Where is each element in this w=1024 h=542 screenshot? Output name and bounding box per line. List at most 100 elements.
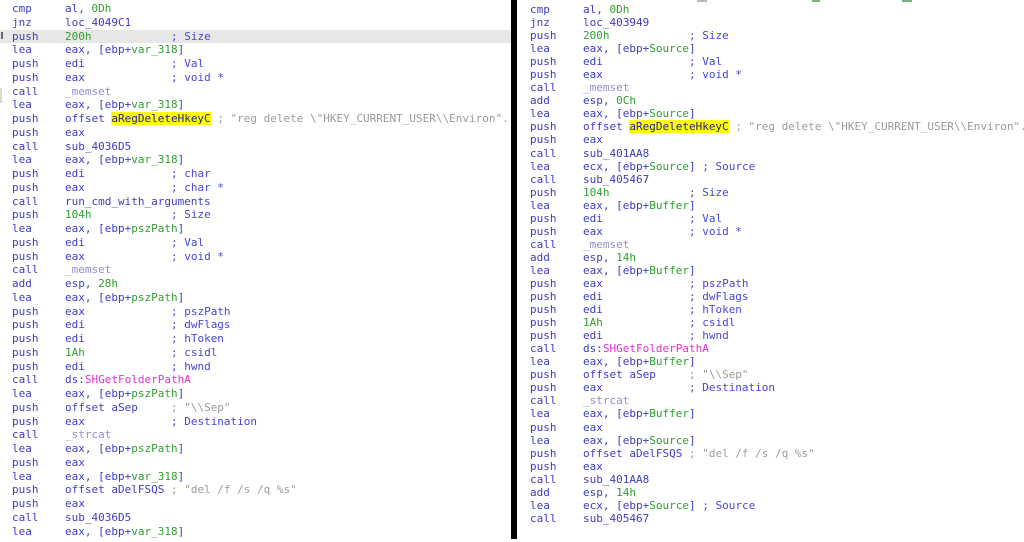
asm-line[interactable]: lea ecx, [ebp+Source] ; Source [517, 160, 1024, 173]
asm-line[interactable]: call sub_4036D5 [0, 140, 511, 154]
asm-line[interactable]: push 104h ; Size [517, 186, 1024, 199]
asm-line[interactable]: push offset aDelFSQS ; "del /f /s /q %s" [517, 447, 1024, 460]
asm-line[interactable]: call _strcat [517, 394, 1024, 407]
asm-token: push eax [530, 277, 689, 290]
asm-line[interactable]: push eax ; pszPath [517, 277, 1024, 290]
asm-line[interactable]: call _strcat [0, 428, 511, 442]
asm-line[interactable]: lea eax, [ebp+var_318] [0, 98, 511, 112]
asm-line[interactable]: call sub_405467 [517, 173, 1024, 186]
asm-token: ; dwFlags [689, 290, 749, 303]
asm-line[interactable]: lea eax, [ebp+var_318] [0, 153, 511, 167]
asm-line[interactable]: push 200h ; Size [517, 29, 1024, 42]
asm-line[interactable]: jnz loc_403949 [517, 16, 1024, 29]
asm-line[interactable]: call _memset [0, 85, 511, 99]
asm-token: _memset [65, 85, 111, 98]
asm-token: pszPath [131, 291, 177, 304]
asm-token: lea eax, [ebp+ [12, 291, 131, 304]
partial-top-line-mark [697, 0, 707, 2]
asm-line[interactable]: push edi ; hToken [517, 303, 1024, 316]
asm-line[interactable]: add esp, 14h [517, 251, 1024, 264]
asm-line[interactable]: lea eax, [ebp+var_318] [0, 43, 511, 57]
asm-line[interactable]: push edi ; dwFlags [517, 290, 1024, 303]
asm-line[interactable]: lea eax, [ebp+Source] [517, 434, 1024, 447]
asm-line[interactable]: push eax [517, 133, 1024, 146]
asm-line[interactable]: jnz loc_4049C1 [0, 16, 511, 30]
asm-token [91, 208, 170, 221]
asm-line[interactable]: lea eax, [ebp+var_318] [0, 525, 511, 539]
asm-line[interactable]: push edi ; Val [517, 55, 1024, 68]
asm-line[interactable]: call sub_405467 [517, 512, 1024, 525]
asm-line[interactable]: lea eax, [ebp+Buffer] [517, 199, 1024, 212]
disassembly-pane-left[interactable]: cmp al, 0Dhjnz loc_4049C1push 200h ; Siz… [0, 0, 511, 541]
asm-line[interactable]: push eax ; pszPath [0, 305, 511, 319]
asm-line[interactable]: push edi ; hwnd [0, 360, 511, 374]
asm-line[interactable]: push 104h ; Size [0, 208, 511, 222]
asm-line[interactable]: lea ecx, [ebp+Source] ; Source [517, 499, 1024, 512]
asm-line[interactable]: lea eax, [ebp+pszPath] [0, 442, 511, 456]
asm-line[interactable]: lea eax, [ebp+Buffer] [517, 355, 1024, 368]
asm-line[interactable]: add esp, 14h [517, 486, 1024, 499]
asm-token: push [12, 208, 65, 221]
asm-line[interactable]: push edi ; dwFlags [0, 318, 511, 332]
asm-line[interactable]: push eax ; Destination [0, 415, 511, 429]
asm-line[interactable]: lea eax, [ebp+Buffer] [517, 407, 1024, 420]
asm-line[interactable]: push eax [0, 497, 511, 511]
asm-line[interactable]: lea eax, [ebp+pszPath] [0, 387, 511, 401]
asm-line[interactable]: lea eax, [ebp+pszPath] [0, 291, 511, 305]
asm-token: ; void * [171, 250, 224, 263]
asm-line[interactable]: call sub_401AA8 [517, 147, 1024, 160]
asm-line[interactable]: push offset aDelFSQS ; "del /f /s /q %s" [0, 483, 511, 497]
asm-line[interactable]: push eax ; char * [0, 181, 511, 195]
asm-token: push [12, 30, 65, 43]
asm-token: ; "\\Sep" [171, 401, 231, 414]
asm-line[interactable]: call sub_401AA8 [517, 473, 1024, 486]
asm-token [609, 29, 688, 42]
asm-line[interactable]: push eax [517, 460, 1024, 473]
asm-line[interactable]: lea eax, [ebp+Source] [517, 107, 1024, 120]
asm-line[interactable]: add esp, 28h [0, 277, 511, 291]
disassembly-pane-right[interactable]: cmp al, 0Dhjnz loc_403949push 200h ; Siz… [517, 0, 1024, 542]
asm-line[interactable]: lea eax, [ebp+pszPath] [0, 222, 511, 236]
asm-token: 0Ch [616, 94, 636, 107]
asm-line[interactable]: push eax ; void * [0, 71, 511, 85]
asm-line[interactable]: call _memset [0, 263, 511, 277]
asm-line[interactable]: push 1Ah ; csidl [517, 316, 1024, 329]
asm-token: push eax [12, 305, 171, 318]
asm-line[interactable]: call _memset [517, 238, 1024, 251]
asm-line[interactable]: call run_cmd_with_arguments [0, 195, 511, 209]
asm-line[interactable]: push 1Ah ; csidl [0, 346, 511, 360]
asm-line[interactable]: push eax ; void * [0, 250, 511, 264]
asm-line[interactable]: push eax ; Destination [517, 381, 1024, 394]
asm-line[interactable]: push edi ; Val [517, 212, 1024, 225]
asm-line[interactable]: push eax [517, 421, 1024, 434]
asm-line[interactable]: push 200h ; Size [0, 30, 511, 44]
asm-token: push eax [12, 415, 171, 428]
asm-line[interactable]: push offset aSep ; "\\Sep" [0, 401, 511, 415]
asm-line[interactable]: cmp al, 0Dh [0, 2, 511, 16]
asm-line[interactable]: push eax [0, 456, 511, 470]
asm-line[interactable]: push eax [0, 126, 511, 140]
asm-line[interactable]: lea eax, [ebp+var_318] [0, 470, 511, 484]
asm-line[interactable]: lea eax, [ebp+Buffer] [517, 264, 1024, 277]
asm-line[interactable]: push offset aSep ; "\\Sep" [517, 368, 1024, 381]
asm-line[interactable]: call sub_4036D5 [0, 511, 511, 525]
asm-line[interactable]: lea eax, [ebp+Source] [517, 42, 1024, 55]
asm-line[interactable]: push eax ; void * [517, 225, 1024, 238]
asm-line[interactable]: push edi ; char [0, 167, 511, 181]
asm-line[interactable]: call ds:SHGetFolderPathA [517, 342, 1024, 355]
asm-token: call [12, 263, 65, 276]
asm-line[interactable]: push eax ; void * [517, 68, 1024, 81]
asm-line[interactable]: push offset aRegDeleteHkeyC ; "reg delet… [517, 120, 1024, 133]
asm-line[interactable]: push edi ; Val [0, 236, 511, 250]
asm-line[interactable]: call _memset [517, 81, 1024, 94]
asm-token: SHGetFolderPathA [603, 342, 709, 355]
asm-token: ] [178, 442, 185, 455]
asm-line[interactable]: push edi ; hwnd [517, 329, 1024, 342]
asm-line[interactable]: push edi ; hToken [0, 332, 511, 346]
asm-line[interactable]: add esp, 0Ch [517, 94, 1024, 107]
asm-line[interactable]: push edi ; Val [0, 57, 511, 71]
asm-token: Source [649, 107, 689, 120]
asm-line[interactable]: cmp al, 0Dh [517, 3, 1024, 16]
asm-line[interactable]: call ds:SHGetFolderPathA [0, 373, 511, 387]
asm-line[interactable]: push offset aRegDeleteHkeyC ; "reg delet… [0, 112, 511, 126]
